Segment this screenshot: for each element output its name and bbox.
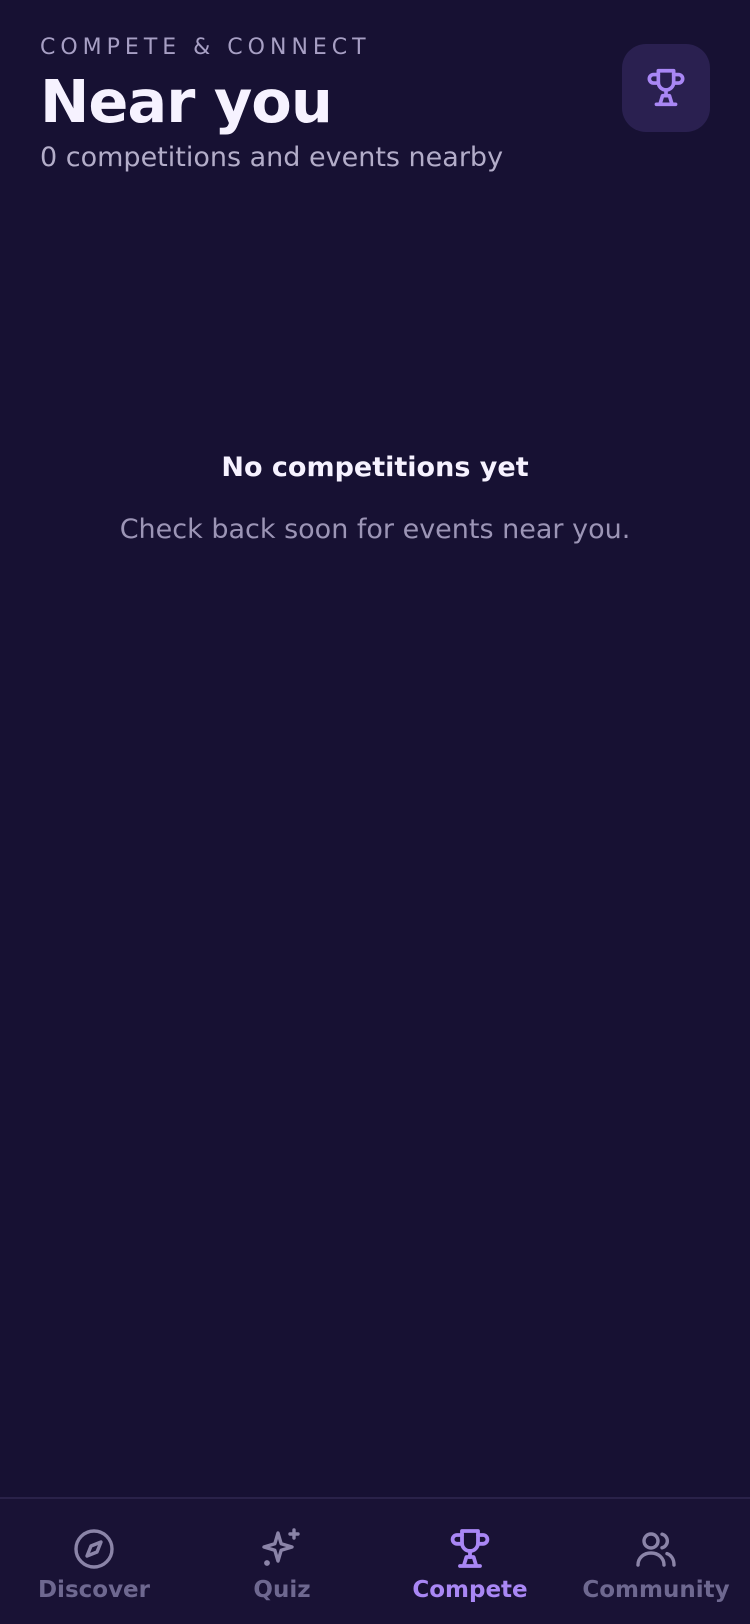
trophy-icon xyxy=(450,1529,490,1568)
bottom-nav: Discover Quiz Compete Community xyxy=(0,1497,750,1624)
users-icon xyxy=(636,1532,676,1567)
nav-item-compete[interactable]: Compete xyxy=(376,1499,564,1624)
app-root: COMPETE & CONNECT Near you 0 competition… xyxy=(0,0,750,1624)
nav-label-discover: Discover xyxy=(37,1577,151,1603)
trophy-button[interactable] xyxy=(622,44,710,132)
empty-state-message: Check back soon for events near you. xyxy=(119,514,631,545)
trophy-icon xyxy=(647,68,685,107)
empty-state: No competitions yet Check back soon for … xyxy=(0,448,750,550)
empty-state-title: No competitions yet xyxy=(221,452,529,483)
page-eyebrow: COMPETE & CONNECT xyxy=(40,35,371,60)
sparkle-icon xyxy=(262,1528,300,1566)
page-header: COMPETE & CONNECT Near you 0 competition… xyxy=(40,32,600,178)
nav-label-quiz: Quiz xyxy=(253,1577,311,1603)
nav-item-community[interactable]: Community xyxy=(562,1499,750,1624)
page-title: Near you xyxy=(40,67,333,136)
nav-label-compete: Compete xyxy=(412,1577,528,1603)
nav-label-community: Community xyxy=(582,1577,730,1603)
page-subtitle: 0 competitions and events nearby xyxy=(40,142,504,173)
nav-item-quiz[interactable]: Quiz xyxy=(188,1499,376,1624)
compass-icon xyxy=(74,1529,114,1569)
nav-item-discover[interactable]: Discover xyxy=(0,1499,188,1624)
